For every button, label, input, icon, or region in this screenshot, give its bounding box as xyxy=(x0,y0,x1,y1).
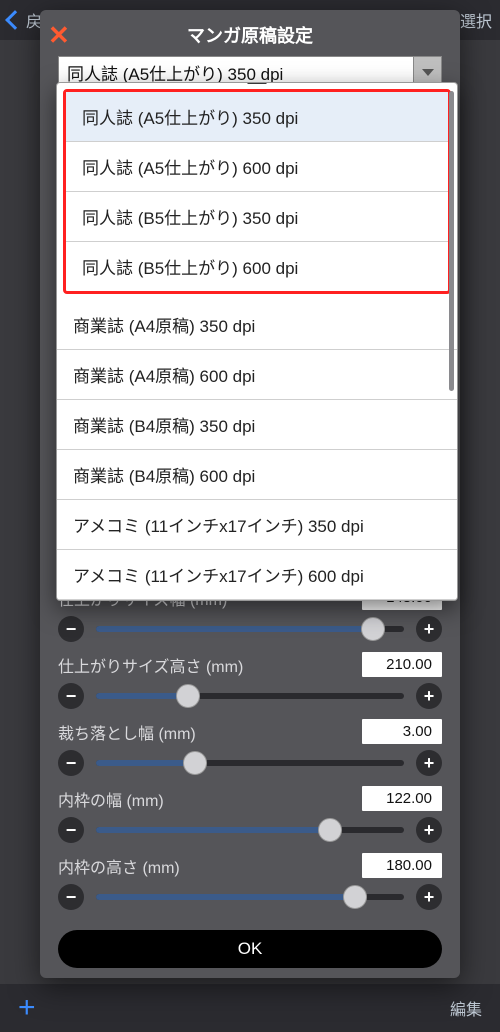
slider-fwidth[interactable] xyxy=(96,626,404,632)
preset-option[interactable]: 商業誌 (B4原稿) 600 dpi xyxy=(57,450,457,500)
slider-innerh[interactable] xyxy=(96,894,404,900)
decrement-button[interactable]: − xyxy=(58,750,84,776)
label-bleed: 裁ち落とし幅 (mm) xyxy=(58,720,196,744)
label-innerw: 内枠の幅 (mm) xyxy=(58,787,164,811)
label-fheight: 仕上がりサイズ高さ (mm) xyxy=(58,653,243,677)
increment-button[interactable]: + xyxy=(416,884,442,910)
preset-dropdown-popup: 同人誌 (A5仕上がり) 350 dpi同人誌 (A5仕上がり) 600 dpi… xyxy=(56,82,458,601)
panel-header: ✕ マンガ原稿設定 xyxy=(40,18,460,52)
scrollbar[interactable] xyxy=(449,91,454,391)
preset-option[interactable]: 同人誌 (A5仕上がり) 350 dpi xyxy=(66,92,448,142)
value-innerw[interactable]: 122.00 xyxy=(362,786,442,811)
increment-button[interactable]: + xyxy=(416,616,442,642)
ok-button[interactable]: OK xyxy=(58,930,442,968)
label-innerh: 内枠の高さ (mm) xyxy=(58,854,180,878)
increment-button[interactable]: + xyxy=(416,683,442,709)
preset-option[interactable]: 同人誌 (B5仕上がり) 600 dpi xyxy=(66,242,448,291)
topbar-right[interactable]: 選択 xyxy=(460,8,492,32)
decrement-button[interactable]: − xyxy=(58,616,84,642)
app-bottombar: + 編集 xyxy=(0,984,500,1032)
value-innerh[interactable]: 180.00 xyxy=(362,853,442,878)
preset-highlight-group: 同人誌 (A5仕上がり) 350 dpi同人誌 (A5仕上がり) 600 dpi… xyxy=(63,89,451,294)
ok-label: OK xyxy=(238,939,263,959)
panel-title: マンガ原稿設定 xyxy=(187,22,313,48)
preset-option[interactable]: 同人誌 (A5仕上がり) 600 dpi xyxy=(66,142,448,192)
bottombar-right[interactable]: 編集 xyxy=(450,996,482,1020)
preset-option[interactable]: 商業誌 (B4原稿) 350 dpi xyxy=(57,400,457,450)
preset-option[interactable]: 商業誌 (A4原稿) 350 dpi xyxy=(57,300,457,350)
preset-option[interactable]: アメコミ (11インチx17インチ) 350 dpi xyxy=(57,500,457,550)
preset-select-value: 同人誌 (A5仕上がり) 350 dpi xyxy=(67,60,283,85)
value-fheight[interactable]: 210.00 xyxy=(362,652,442,677)
slider-bleed[interactable] xyxy=(96,760,404,766)
decrement-button[interactable]: − xyxy=(58,683,84,709)
preset-option[interactable]: 同人誌 (B5仕上がり) 350 dpi xyxy=(66,192,448,242)
back-icon[interactable] xyxy=(5,10,25,30)
increment-button[interactable]: + xyxy=(416,817,442,843)
slider-innerw[interactable] xyxy=(96,827,404,833)
increment-button[interactable]: + xyxy=(416,750,442,776)
preset-option[interactable]: アメコミ (11インチx17インチ) 600 dpi xyxy=(57,550,457,600)
decrement-button[interactable]: − xyxy=(58,884,84,910)
add-icon[interactable]: + xyxy=(18,991,36,1025)
close-icon[interactable]: ✕ xyxy=(48,20,70,51)
value-bleed[interactable]: 3.00 xyxy=(362,719,442,744)
decrement-button[interactable]: − xyxy=(58,817,84,843)
slider-fheight[interactable] xyxy=(96,693,404,699)
preset-option[interactable]: 商業誌 (A4原稿) 600 dpi xyxy=(57,350,457,400)
